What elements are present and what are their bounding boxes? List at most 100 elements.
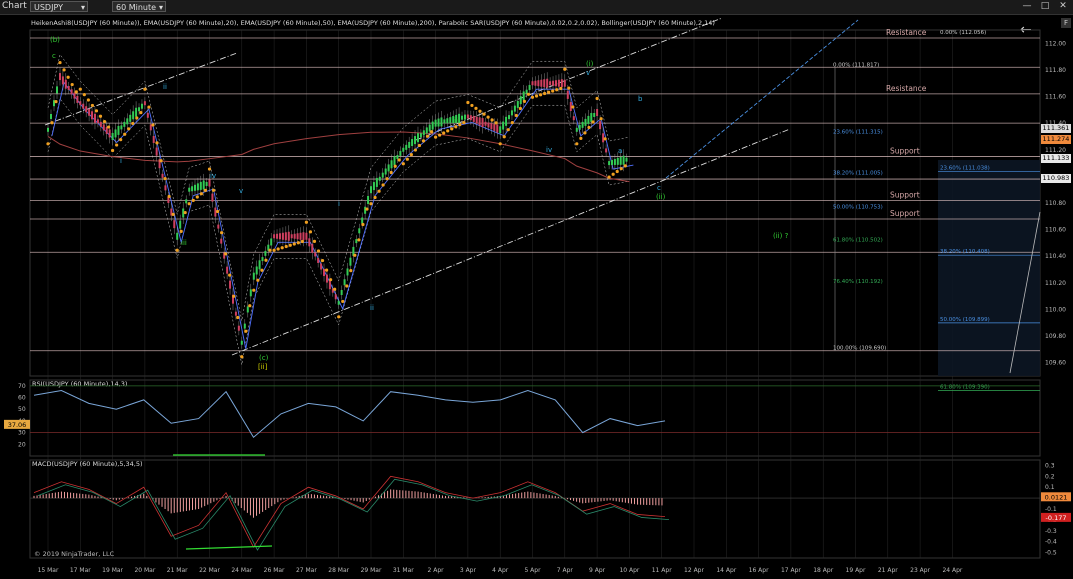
price-tick-label: 110.60 bbox=[1045, 227, 1066, 234]
candle bbox=[185, 199, 188, 204]
sar-dot bbox=[607, 175, 611, 179]
candle bbox=[152, 135, 155, 143]
sar-dot bbox=[320, 258, 325, 263]
price-tick-label: 111.80 bbox=[1045, 67, 1066, 74]
x-tick-label: 17 Apr bbox=[781, 567, 801, 574]
sar-dot bbox=[381, 183, 385, 187]
level-label: Support bbox=[890, 190, 920, 199]
sar-dot bbox=[215, 209, 220, 214]
candle bbox=[437, 118, 440, 127]
sar-dot bbox=[203, 188, 208, 192]
sar-dot bbox=[575, 142, 579, 146]
x-tick-label: 18 Apr bbox=[813, 567, 833, 574]
sar-dot bbox=[555, 88, 559, 92]
candle bbox=[229, 280, 232, 289]
candle bbox=[214, 207, 217, 217]
candle bbox=[358, 228, 361, 234]
wave-labels: (b)ciiiiviiiv(c)[ii]iiiiiiivv(i)bac(ii)(… bbox=[50, 36, 789, 371]
candle bbox=[581, 121, 584, 128]
macd-tick-label: -0.4 bbox=[1045, 539, 1057, 546]
sar-dot bbox=[324, 268, 329, 272]
sar-dot bbox=[248, 304, 252, 308]
macd-tick-label: 0.2 bbox=[1045, 473, 1055, 480]
candle bbox=[50, 114, 52, 119]
sar-dot bbox=[329, 278, 333, 282]
sar-dot bbox=[139, 111, 143, 115]
sar-dot bbox=[111, 148, 115, 153]
sar-dot bbox=[538, 93, 543, 97]
price-box: 111.133 bbox=[1041, 154, 1071, 164]
candle bbox=[293, 233, 296, 239]
wave-label: c bbox=[52, 52, 56, 60]
candle bbox=[490, 123, 493, 130]
sar-dot bbox=[187, 202, 191, 206]
candle bbox=[364, 206, 367, 214]
candle bbox=[602, 133, 605, 143]
price-box: 110.983 bbox=[1041, 174, 1071, 184]
chart-svg[interactable]: Resistance Resistance Support Support Suppor… bbox=[0, 0, 1073, 579]
candle bbox=[276, 233, 279, 239]
candle bbox=[411, 139, 414, 147]
candle bbox=[85, 106, 88, 113]
sar-dot bbox=[377, 189, 381, 193]
sar-dot bbox=[211, 188, 216, 192]
candle bbox=[355, 239, 358, 244]
sar-dot bbox=[119, 138, 123, 142]
x-axis: 15 Mar 17 Mar 19 Mar 20 Mar 21 Mar 22 Mar 24 M… bbox=[38, 567, 963, 574]
candle bbox=[510, 110, 513, 116]
sar-dot bbox=[90, 103, 95, 108]
sar-dot bbox=[417, 143, 422, 148]
candle bbox=[481, 118, 484, 128]
price-tick-label: 110.80 bbox=[1045, 200, 1066, 207]
sar-dot bbox=[228, 273, 232, 277]
fib-retracement-label: 38.20% (111.005) bbox=[833, 171, 883, 177]
candle bbox=[443, 119, 446, 124]
candle bbox=[176, 232, 179, 240]
candle bbox=[314, 252, 317, 257]
candle bbox=[217, 224, 220, 229]
candle bbox=[478, 117, 481, 126]
candle bbox=[337, 300, 340, 305]
candle bbox=[194, 184, 196, 191]
sar-dot bbox=[78, 87, 82, 91]
candle bbox=[596, 109, 599, 117]
sar-dot bbox=[300, 239, 304, 244]
candle bbox=[593, 112, 596, 117]
candle bbox=[59, 73, 61, 81]
rsi-tick-label: 30 bbox=[18, 430, 26, 437]
wave-label: i bbox=[338, 200, 340, 208]
price-tick-label: 110.20 bbox=[1045, 280, 1066, 287]
panel-frame-2 bbox=[29, 459, 1041, 559]
x-tick-label: 7 Apr bbox=[557, 567, 574, 574]
sar-dot bbox=[446, 129, 450, 133]
sar-dot bbox=[534, 94, 539, 98]
candle bbox=[346, 268, 349, 276]
candle bbox=[611, 160, 613, 166]
x-tick-label: 21 Mar bbox=[167, 567, 188, 574]
candle bbox=[161, 173, 164, 178]
sar-dot bbox=[486, 115, 490, 119]
sar-dot bbox=[369, 202, 373, 206]
candle bbox=[428, 124, 431, 132]
macd-tick-label: 0.1 bbox=[1045, 484, 1055, 491]
sar-dot bbox=[425, 134, 430, 138]
x-tick-label: 12 Apr bbox=[684, 567, 704, 574]
sar-dot bbox=[256, 278, 260, 282]
price-series bbox=[46, 53, 634, 365]
candle bbox=[64, 79, 67, 89]
sar-dot bbox=[494, 121, 498, 125]
copyright: © 2019 NinjaTrader, LLC bbox=[34, 550, 115, 558]
sar-dot bbox=[438, 133, 442, 137]
candle bbox=[367, 195, 370, 204]
candle bbox=[505, 116, 508, 126]
wave-label: iv bbox=[210, 172, 216, 180]
sar-dot bbox=[127, 127, 131, 131]
level-label: Support bbox=[890, 209, 920, 218]
price-tick-label: 112.00 bbox=[1045, 40, 1066, 47]
candle bbox=[516, 100, 519, 108]
candle bbox=[82, 103, 85, 109]
candle bbox=[419, 133, 422, 138]
candle bbox=[387, 164, 390, 172]
candle bbox=[252, 272, 255, 280]
sar-dot bbox=[587, 125, 591, 130]
